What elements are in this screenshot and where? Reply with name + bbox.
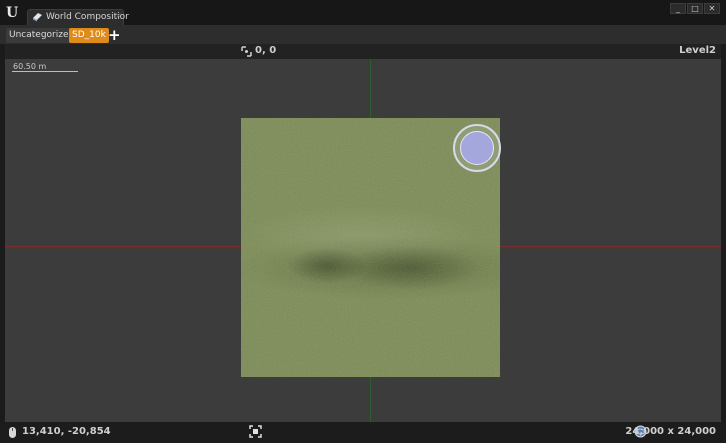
window-controls: _ □ ✕ [670, 3, 720, 14]
viewport-header: 0, 0 Level2 [5, 44, 721, 59]
scale-label: 60.50 m [13, 62, 47, 71]
world-viewport[interactable]: 0, 0 Level2 60.50 m [5, 44, 721, 422]
scale-bar [12, 71, 78, 72]
minimize-button[interactable]: _ [670, 3, 686, 14]
level-handle[interactable] [453, 124, 501, 172]
svg-text:U: U [6, 5, 18, 20]
level-tile[interactable] [241, 118, 501, 377]
mouse-coordinates: 13,410, -20,854 [22, 426, 111, 437]
status-bar: 13,410, -20,854 24,000 x 24,000 [0, 422, 726, 443]
tab-world-composition[interactable]: World Compositior × [27, 9, 129, 25]
unreal-logo-icon[interactable]: U [5, 4, 21, 20]
layer-sd-10k-button[interactable]: SD_10k [69, 28, 109, 43]
origin-icon [241, 46, 252, 57]
focus-icon[interactable] [249, 425, 262, 438]
layer-uncategorized-button[interactable]: Uncategorized [6, 28, 78, 43]
close-button[interactable]: ✕ [704, 3, 720, 14]
maximize-button[interactable]: □ [687, 3, 703, 14]
level-handle-knob[interactable] [460, 131, 494, 165]
tab-close-icon[interactable]: × [115, 11, 122, 20]
mouse-icon [9, 427, 16, 438]
layers-toolbar: Uncategorized SD_10k + [0, 25, 726, 44]
title-bar: U World Compositior × _ □ ✕ [0, 0, 726, 25]
current-level-label: Level2 [679, 45, 716, 56]
origin-readout: 0, 0 [255, 45, 277, 56]
add-layer-button[interactable]: + [108, 26, 121, 44]
world-composition-icon [33, 13, 42, 22]
world-size-readout: 24,000 x 24,000 [625, 426, 716, 437]
